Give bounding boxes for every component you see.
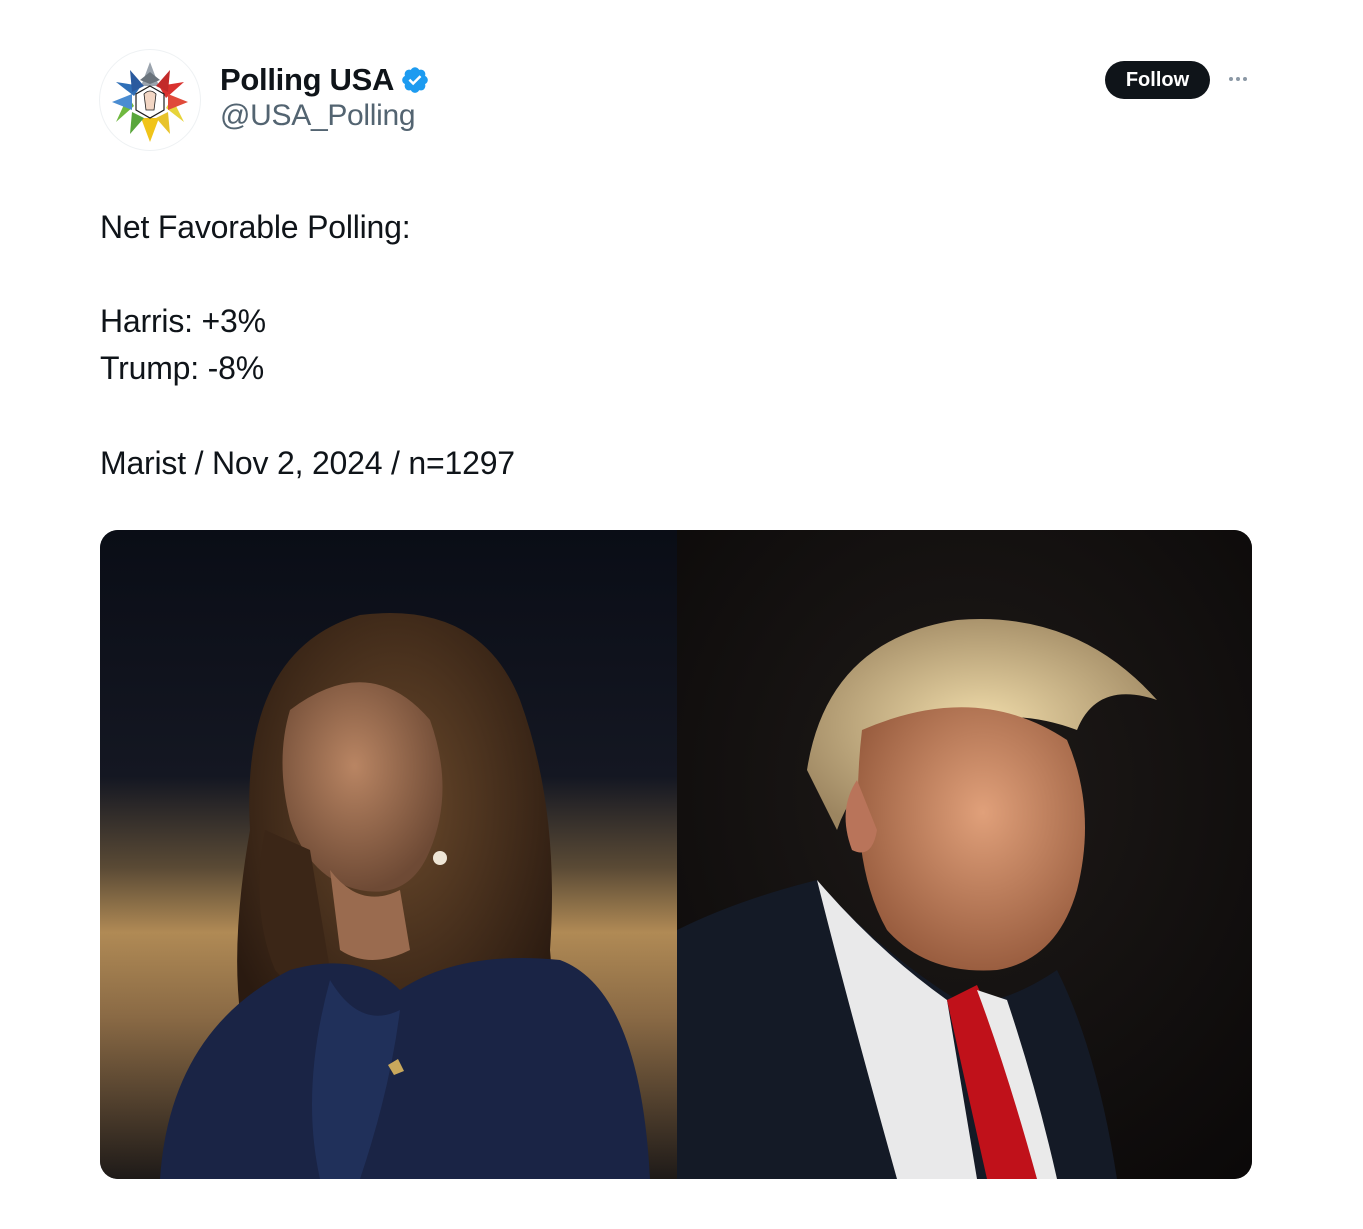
more-dot [1243, 77, 1247, 81]
tweet-text-line: Harris: +3% [100, 303, 266, 339]
tweet-text-line: Trump: -8% [100, 350, 264, 386]
more-horizontal-icon[interactable] [1222, 66, 1254, 92]
avatar[interactable] [100, 50, 200, 150]
author-name-row: Polling USA [220, 60, 430, 100]
harris-portrait-image[interactable] [100, 530, 677, 1179]
trump-portrait-image[interactable] [677, 530, 1252, 1179]
tweet-text-line: Marist / Nov 2, 2024 / n=1297 [100, 445, 515, 481]
author-handle[interactable]: @USA_Polling [220, 99, 416, 133]
verified-badge-icon [400, 65, 430, 95]
tweet-card: Polling USA @USA_Polling Follow Net Favo… [0, 0, 1363, 1229]
more-dot [1236, 77, 1240, 81]
tweet-media[interactable] [100, 530, 1252, 1179]
polling-usa-logo-icon [112, 62, 188, 142]
author-name[interactable]: Polling USA [220, 62, 394, 98]
follow-button[interactable]: Follow [1105, 61, 1210, 99]
more-dot [1229, 77, 1233, 81]
tweet-text-line: Net Favorable Polling: [100, 209, 411, 245]
